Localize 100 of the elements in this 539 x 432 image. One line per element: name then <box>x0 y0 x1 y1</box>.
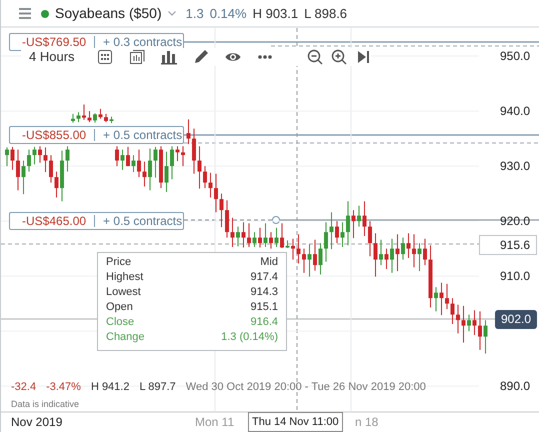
position-label[interactable]: -US$465.00 + 0.5 contracts <box>9 212 184 230</box>
zoom-in-icon[interactable] <box>330 49 347 65</box>
candlestick <box>44 146 48 173</box>
candlestick <box>258 227 262 248</box>
status-dot-icon <box>41 10 49 18</box>
candlestick <box>352 210 356 239</box>
candlestick <box>412 234 416 268</box>
tooltip-value: 1.3 (0.14%) <box>221 330 278 345</box>
price-axis-label: 950.0 <box>500 49 530 64</box>
candlestick <box>472 310 476 336</box>
candlestick <box>462 305 466 344</box>
chart-type-icon[interactable] <box>128 49 145 65</box>
candlestick <box>450 298 454 324</box>
period-low: L 897.7 <box>139 380 176 394</box>
tooltip-label: Close <box>106 315 134 330</box>
candlestick <box>16 149 20 191</box>
candlestick <box>148 148 152 191</box>
period-change-percent: -3.47% <box>46 380 81 394</box>
candlestick <box>236 226 240 247</box>
candlestick <box>264 222 268 248</box>
candlestick <box>88 110 92 123</box>
candlestick <box>324 222 328 262</box>
candlestick <box>54 171 58 198</box>
candlestick <box>308 244 312 278</box>
crosshair-price-label: 915.6 <box>479 235 537 255</box>
calendar-icon[interactable] <box>96 49 113 65</box>
pencil-icon[interactable] <box>192 49 209 65</box>
instrument-name[interactable]: Soyabeans ($50) <box>55 3 162 24</box>
candlestick <box>247 222 251 248</box>
price-change: 1.3 <box>186 4 204 23</box>
candlestick <box>484 320 488 354</box>
candlestick <box>76 112 80 123</box>
price-axis-label: 890.0 <box>500 379 530 394</box>
position-pnl: -US$465.00 <box>10 215 96 227</box>
candlestick <box>401 237 405 260</box>
bar-chart-icon[interactable] <box>160 49 177 65</box>
candlestick <box>66 146 70 172</box>
price-change-percent: 0.14% <box>210 4 247 23</box>
candlestick <box>126 146 130 167</box>
candlestick <box>186 118 190 145</box>
tooltip-value: Mid <box>260 255 278 270</box>
time-axis-month: Nov 2019 <box>11 414 62 430</box>
last-price-badge: 902.0 <box>495 310 538 329</box>
price-axis-label: 940.0 <box>500 104 530 118</box>
candlestick <box>137 149 141 178</box>
candlestick <box>291 238 295 260</box>
candlestick <box>396 234 400 272</box>
day-low: L 898.6 <box>304 4 348 23</box>
day-high: H 903.1 <box>252 4 298 23</box>
candlestick <box>384 248 388 270</box>
candlestick <box>10 146 14 170</box>
candlestick <box>230 217 234 248</box>
candlestick <box>368 220 372 257</box>
candlestick <box>467 314 471 332</box>
candlestick <box>478 310 482 350</box>
candlestick <box>362 200 366 236</box>
candlestick <box>198 146 202 190</box>
time-axis-label: Mon 11 <box>195 414 234 430</box>
tooltip-value: 916.4 <box>250 315 278 330</box>
candlestick <box>192 128 196 174</box>
candlestick <box>203 166 207 189</box>
candlestick <box>252 232 256 248</box>
period-range: Wed 30 Oct 2019 20:00 - Tue 26 Nov 2019 20:00 <box>186 380 426 394</box>
candlestick <box>82 104 86 120</box>
candlestick <box>22 160 26 195</box>
candlestick <box>176 146 180 162</box>
tooltip-value: 914.3 <box>250 285 278 300</box>
candlestick <box>330 212 334 250</box>
position-label[interactable]: -US$855.00 + 0.5 contracts <box>9 126 184 144</box>
tooltip-label: Price <box>106 255 132 270</box>
candlestick <box>434 286 438 312</box>
candlestick <box>346 200 350 246</box>
menu-icon[interactable] <box>19 8 31 19</box>
candlestick <box>214 173 218 213</box>
candlestick <box>38 146 42 164</box>
candlestick <box>115 146 119 167</box>
tooltip-label: Open <box>106 300 133 315</box>
candlestick <box>164 151 168 192</box>
candlestick <box>225 200 229 238</box>
candlestick <box>98 108 102 120</box>
period-high: H 941.2 <box>90 380 130 394</box>
candlestick <box>302 248 306 274</box>
price-axis-label: 910.0 <box>500 269 530 284</box>
crosshair-time-label: Thu 14 Nov 11:00 <box>248 412 343 432</box>
candlestick <box>340 222 344 248</box>
candlestick <box>93 112 97 124</box>
zoom-out-icon[interactable] <box>306 49 323 65</box>
candlestick <box>220 193 224 228</box>
tooltip-label: Highest <box>106 270 144 285</box>
candlestick <box>181 146 185 167</box>
tooltip-label: Change <box>106 330 145 345</box>
price-axis-label: 930.0 <box>500 159 530 174</box>
candlestick <box>27 149 31 172</box>
candlestick <box>170 146 174 180</box>
candlestick <box>456 304 460 334</box>
candlestick <box>142 161 146 187</box>
candlestick <box>5 146 9 167</box>
time-axis-label: n 18 <box>355 414 378 430</box>
candlestick <box>374 232 378 278</box>
period-change: -32.4 <box>11 380 36 394</box>
